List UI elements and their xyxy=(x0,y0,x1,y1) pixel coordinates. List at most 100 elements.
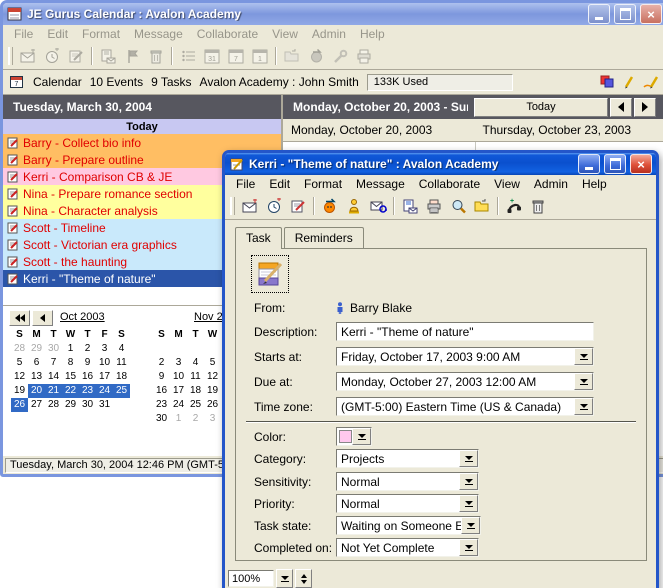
prev-year-button[interactable] xyxy=(9,310,30,326)
calendar-day[interactable]: 17 xyxy=(96,370,113,384)
calendar-day[interactable]: 27 xyxy=(28,398,45,412)
calendar-day[interactable]: 23 xyxy=(153,398,170,412)
menu-help[interactable]: Help xyxy=(353,26,392,42)
calendar-day[interactable]: 20 xyxy=(28,384,45,398)
dialog-menu-view[interactable]: View xyxy=(487,176,527,192)
task-state-dropdown[interactable]: Waiting on Someone Else xyxy=(336,516,479,535)
dropdown-arrow-icon[interactable] xyxy=(574,398,593,415)
color-dropdown[interactable] xyxy=(336,427,372,446)
toolbar-grip[interactable] xyxy=(8,47,13,65)
calendar-day[interactable]: 30 xyxy=(45,342,62,356)
calendar-day[interactable]: 19 xyxy=(204,384,221,398)
dial-button[interactable]: + xyxy=(502,195,526,217)
minimize-button[interactable] xyxy=(588,4,610,24)
calendar-day[interactable]: 31 xyxy=(96,398,113,412)
calendar-day[interactable]: 9 xyxy=(79,356,96,370)
reply-button[interactable] xyxy=(318,195,342,217)
print-button[interactable] xyxy=(422,195,446,217)
today-button[interactable]: Today xyxy=(474,98,608,117)
prev-month-button[interactable] xyxy=(32,310,53,326)
calendar-day[interactable]: 18 xyxy=(113,370,130,384)
calendar-day[interactable]: 25 xyxy=(187,398,204,412)
delete-button[interactable] xyxy=(526,195,550,217)
flag-button[interactable] xyxy=(120,45,144,67)
calendar-day[interactable]: 12 xyxy=(11,370,28,384)
calendar-day[interactable]: 25 xyxy=(113,384,130,398)
address-button[interactable] xyxy=(366,195,390,217)
calendar-day[interactable]: 17 xyxy=(170,384,187,398)
dialog-menu-file[interactable]: File xyxy=(229,176,262,192)
zoom-level-dropdown[interactable]: 100% xyxy=(228,570,274,587)
calendar-day[interactable]: 22 xyxy=(62,384,79,398)
category-dropdown[interactable]: Projects xyxy=(336,449,479,468)
calendar-day[interactable]: 24 xyxy=(170,398,187,412)
task-list-item[interactable]: Barry - Collect bio info xyxy=(3,134,281,151)
dropdown-arrow-icon[interactable] xyxy=(574,373,593,390)
dropdown-arrow-icon[interactable] xyxy=(459,495,478,512)
calendar-day[interactable]: 14 xyxy=(45,370,62,384)
calendar-day[interactable]: 2 xyxy=(79,342,96,356)
calendar-day[interactable]: 21 xyxy=(45,384,62,398)
calendar-day[interactable]: 3 xyxy=(170,356,187,370)
completed-on-dropdown[interactable]: Not Yet Complete xyxy=(336,538,479,557)
calendar-day[interactable]: 7 xyxy=(45,356,62,370)
dropdown-arrow-icon[interactable] xyxy=(574,348,593,365)
calendar-day[interactable]: 3 xyxy=(204,412,221,426)
dialog-menu-message[interactable]: Message xyxy=(349,176,412,192)
tab-reminders[interactable]: Reminders xyxy=(284,227,364,248)
signature-pencil-icon[interactable] xyxy=(643,75,660,89)
zoom-dropdown-arrow-icon[interactable] xyxy=(276,569,293,588)
calendar-day[interactable]: 26 xyxy=(204,398,221,412)
calendar-day[interactable]: 5 xyxy=(11,356,28,370)
calendar-day[interactable]: 16 xyxy=(153,384,170,398)
file-message-button[interactable] xyxy=(470,195,494,217)
dialog-menu-format[interactable]: Format xyxy=(297,176,349,192)
calendar-day[interactable]: 26 xyxy=(11,398,28,412)
calendar-day[interactable]: 28 xyxy=(45,398,62,412)
calendar-day[interactable]: 1 xyxy=(62,342,79,356)
priority-dropdown[interactable]: Normal xyxy=(336,494,479,513)
calendar-day[interactable]: 16 xyxy=(79,370,96,384)
prev-week-button[interactable] xyxy=(610,98,632,117)
month-view-button[interactable]: 31 xyxy=(200,45,224,67)
calendar-day[interactable]: 23 xyxy=(79,384,96,398)
calendar-day[interactable]: 12 xyxy=(204,370,221,384)
file-message-button[interactable] xyxy=(280,45,304,67)
find-button[interactable] xyxy=(446,195,470,217)
calendar-day[interactable]: 10 xyxy=(96,356,113,370)
starts-at-dropdown[interactable]: Friday, October 17, 2003 9:00 AM xyxy=(336,347,594,366)
dialog-menu-collaborate[interactable]: Collaborate xyxy=(412,176,487,192)
zoom-spinner[interactable] xyxy=(295,569,312,588)
menu-format[interactable]: Format xyxy=(75,26,127,42)
day-column-1[interactable]: Monday, October 20, 2003 xyxy=(283,123,475,137)
day-column-2[interactable]: Thursday, October 23, 2003 xyxy=(475,123,663,137)
calendar-day[interactable]: 1 xyxy=(170,412,187,426)
dropdown-arrow-icon[interactable] xyxy=(459,539,478,556)
dropdown-arrow-icon[interactable] xyxy=(352,428,371,445)
calendar-day[interactable]: 3 xyxy=(96,342,113,356)
week-view-button[interactable]: 7 xyxy=(224,45,248,67)
list-view-button[interactable] xyxy=(176,45,200,67)
dropdown-arrow-icon[interactable] xyxy=(459,473,478,490)
month-link-oct[interactable]: Oct 2003 xyxy=(60,311,105,323)
delete-button[interactable] xyxy=(144,45,168,67)
new-message-button[interactable] xyxy=(238,195,262,217)
calendar-day[interactable]: 6 xyxy=(28,356,45,370)
sensitivity-dropdown[interactable]: Normal xyxy=(336,472,479,491)
calendar-day[interactable]: 2 xyxy=(153,356,170,370)
menu-admin[interactable]: Admin xyxy=(305,26,353,42)
dialog-maximize-button[interactable] xyxy=(604,154,626,174)
view-messages-button[interactable] xyxy=(96,45,120,67)
dropdown-arrow-icon[interactable] xyxy=(459,450,478,467)
due-at-dropdown[interactable]: Monday, October 27, 2003 12:00 AM xyxy=(336,372,594,391)
calendar-day[interactable]: 28 xyxy=(11,342,28,356)
dropdown-arrow-icon[interactable] xyxy=(461,517,480,534)
dialog-menu-help[interactable]: Help xyxy=(575,176,614,192)
calendar-day[interactable]: 10 xyxy=(170,370,187,384)
calendar-day[interactable]: 13 xyxy=(28,370,45,384)
refresh-button[interactable] xyxy=(304,45,328,67)
new-message-button[interactable] xyxy=(16,45,40,67)
menu-edit[interactable]: Edit xyxy=(40,26,75,42)
dialog-menu-admin[interactable]: Admin xyxy=(527,176,575,192)
main-title-bar[interactable]: JE Gurus Calendar : Avalon Academy × xyxy=(3,3,663,25)
